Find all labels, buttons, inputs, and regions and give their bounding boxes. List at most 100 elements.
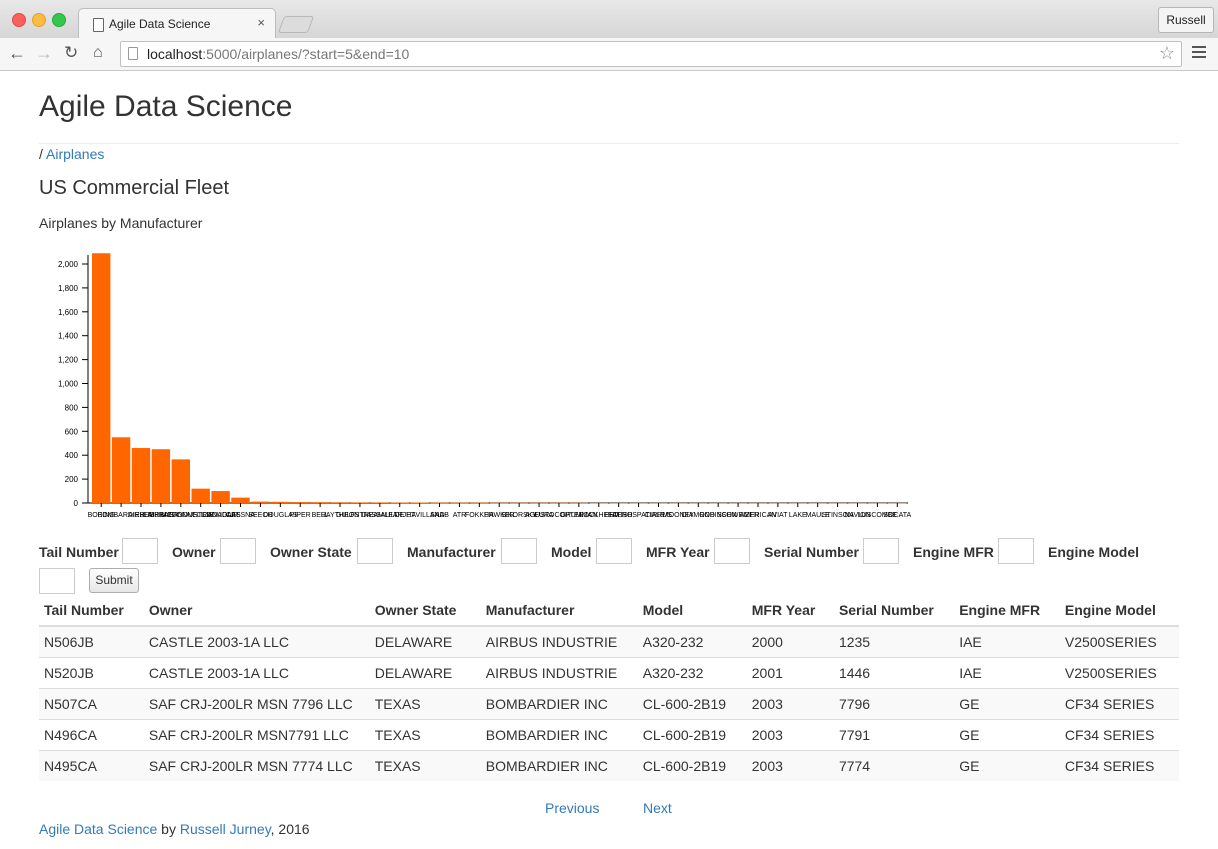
field-input[interactable]: [501, 538, 537, 564]
reload-icon[interactable]: ↻: [64, 42, 78, 64]
chart-bar[interactable]: [92, 253, 111, 503]
chart-bar[interactable]: [111, 437, 131, 503]
chart-bar[interactable]: [231, 497, 250, 503]
forward-icon[interactable]: →: [35, 42, 53, 64]
new-tab-button[interactable]: [277, 16, 315, 33]
table-cell: CL-600-2B19: [637, 719, 747, 751]
breadcrumb: / Airplanes: [39, 146, 104, 162]
table-cell: N496CA: [39, 719, 144, 751]
chart-bar[interactable]: [310, 502, 330, 503]
table-row: N507CA SAF CRJ-200LR MSN 7796 LLC TEXAS BOM…: [39, 688, 1179, 720]
column-header: Serial Number: [833, 595, 955, 627]
y-tick-label: 400: [65, 451, 79, 460]
y-tick-label: 1,200: [58, 356, 79, 365]
table-cell: 2003: [746, 750, 834, 781]
field-label: MFR Year: [646, 544, 710, 560]
field-input[interactable]: [220, 538, 256, 564]
tab-close-icon[interactable]: ×: [257, 15, 265, 30]
field-input[interactable]: [596, 538, 632, 564]
table-row: N520JB CASTLE 2003-1A LLC DELAWARE AIRBUS I…: [39, 657, 1179, 689]
table-cell: DELAWARE: [369, 625, 481, 658]
footer-site-link[interactable]: Agile Data Science: [39, 821, 157, 837]
y-tick-label: 0: [74, 499, 79, 508]
footer: Agile Data Science by Russell Jurney, 20…: [39, 821, 310, 837]
table-cell: N506JB: [39, 625, 144, 658]
menu-icon[interactable]: [1192, 46, 1206, 61]
table-cell: CASTLE 2003-1A LLC: [143, 657, 370, 689]
table-cell: BOMBARDIER INC: [480, 688, 638, 720]
home-icon[interactable]: ⌂: [93, 42, 103, 64]
table-cell: CL-600-2B19: [637, 750, 747, 781]
table-cell: AIRBUS INDUSTRIE: [480, 657, 638, 689]
y-tick-label: 1,800: [58, 284, 79, 293]
field-label: Owner: [172, 544, 216, 560]
browser-titlebar: Agile Data Science × Russell: [0, 0, 1218, 40]
chart-bar[interactable]: [271, 501, 290, 503]
table-cell: SAF CRJ-200LR MSN 7796 LLC: [143, 688, 370, 720]
column-header: Manufacturer: [480, 595, 638, 627]
minimize-window-button[interactable]: [32, 13, 46, 27]
table-cell: IAE: [954, 657, 1060, 689]
y-tick-label: 2,000: [58, 260, 79, 269]
table-cell: 1446: [833, 657, 955, 689]
table-cell: 2000: [746, 625, 834, 658]
close-window-button[interactable]: [12, 13, 26, 27]
chart-bar[interactable]: [291, 502, 310, 503]
x-tick-label: LAKE: [789, 512, 807, 519]
address-bar[interactable]: localhost:5000/airplanes/?start=5&end=10…: [120, 41, 1182, 67]
field-input[interactable]: [357, 538, 393, 564]
chart-bar[interactable]: [191, 488, 210, 503]
field-input[interactable]: [714, 538, 750, 564]
table-cell: BOMBARDIER INC: [480, 719, 638, 751]
star-icon[interactable]: ☆: [1159, 43, 1175, 64]
table-cell: GE: [954, 719, 1060, 751]
chart-bar[interactable]: [171, 459, 191, 503]
footer-author-link[interactable]: Russell Jurney: [180, 821, 271, 837]
previous-link[interactable]: Previous: [545, 800, 599, 816]
breadcrumb-separator: /: [39, 146, 43, 162]
table-cell: 7791: [833, 719, 955, 751]
chart-bar[interactable]: [211, 491, 230, 503]
table-cell: SAF CRJ-200LR MSN 7774 LLC: [143, 750, 370, 781]
field-input[interactable]: [122, 538, 158, 564]
table-cell: CL-600-2B19: [637, 688, 747, 720]
airplanes-table: Tail Number Owner Owner State Manufacturer M…: [39, 595, 1179, 781]
url-path: :5000/airplanes/?start=5&end=10: [202, 46, 410, 62]
footer-by: by: [157, 821, 180, 837]
field-label: Tail Number: [39, 544, 119, 560]
chart-bar[interactable]: [330, 502, 350, 503]
chart-bar[interactable]: [370, 502, 390, 504]
field-input[interactable]: [998, 538, 1034, 564]
url-text[interactable]: localhost:5000/airplanes/?start=5&end=10: [147, 46, 409, 62]
x-tick-label: PIPER: [290, 512, 311, 519]
divider: [39, 143, 1179, 144]
field-label: Engine MFR: [913, 544, 994, 560]
table-cell: 7774: [833, 750, 955, 781]
profile-button[interactable]: Russell: [1158, 7, 1214, 33]
table-cell: IAE: [954, 625, 1060, 658]
table-cell: GE: [954, 688, 1060, 720]
y-tick-label: 800: [65, 403, 79, 412]
chart-bar[interactable]: [131, 448, 151, 503]
chart-bar[interactable]: [350, 502, 370, 504]
document-icon: [93, 18, 104, 32]
table-cell: N507CA: [39, 688, 144, 720]
field-input[interactable]: [863, 538, 899, 564]
table-row: N506JB CASTLE 2003-1A LLC DELAWARE AIRBUS I…: [39, 625, 1179, 658]
chart-bar[interactable]: [251, 501, 270, 503]
footer-year: , 2016: [270, 821, 310, 837]
submit-button[interactable]: Submit: [89, 568, 139, 593]
table-cell: 7796: [833, 688, 955, 720]
table-cell: A320-232: [637, 625, 747, 658]
x-tick-label: SOCATA: [883, 512, 911, 519]
table-cell: CF34 SERIES: [1059, 719, 1179, 751]
next-link[interactable]: Next: [643, 800, 672, 816]
table-cell: V2500SERIES: [1059, 657, 1179, 689]
browser-tab[interactable]: Agile Data Science ×: [78, 8, 276, 40]
back-icon[interactable]: ←: [8, 42, 26, 64]
field-label: Manufacturer: [407, 544, 496, 560]
field-input[interactable]: [39, 568, 75, 594]
zoom-window-button[interactable]: [52, 13, 66, 27]
breadcrumb-airplanes-link[interactable]: Airplanes: [46, 146, 104, 162]
chart-bar[interactable]: [151, 449, 171, 503]
